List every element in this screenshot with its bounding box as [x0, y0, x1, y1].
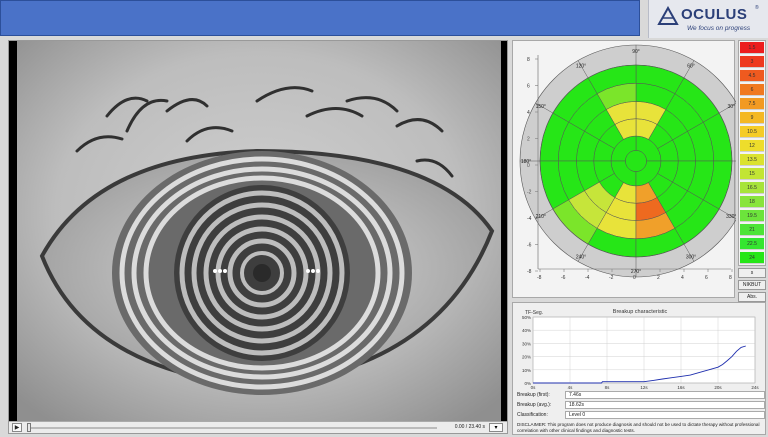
polar-angle-label: 330°	[726, 214, 736, 220]
scale-cell-22.5: 22.5	[740, 238, 764, 250]
polar-angle-label: 180°	[521, 159, 531, 165]
time-readout: 0.00 / 23.40 s	[454, 424, 485, 430]
breakup-first-label: Breakup (first):	[517, 392, 550, 398]
y-tick-label: 6	[527, 84, 530, 90]
logo-registered-mark: ®	[755, 5, 759, 11]
scale-cell-18: 18	[740, 196, 764, 208]
scale-cell-9: 9	[740, 112, 764, 124]
eye-image	[17, 41, 501, 421]
polar-angle-label: 30°	[727, 104, 735, 110]
scale-cell-6: 6	[740, 84, 764, 96]
scale-cell-12: 12	[740, 140, 764, 152]
polar-angle-label: 270°	[631, 269, 641, 275]
y-tick-label: 8	[527, 57, 530, 63]
video-player-bar: ▶ 0.00 / 23.40 s ▾	[9, 421, 507, 433]
x-tick-label: -8	[537, 275, 542, 281]
polar-center	[625, 150, 647, 172]
disclaimer-text: DISCLAIMER: This program does not produc…	[517, 422, 760, 433]
breakup-x-tick-label: 20s	[714, 385, 722, 390]
classification-value: Level 0	[565, 411, 765, 419]
breakup-y-tick-label: 30%	[522, 341, 531, 346]
classification-label: Classification:	[517, 412, 548, 418]
breakup-chart: 0%10%20%30%40%50%0s 4s 8s 12s 16s 20s 24s	[522, 315, 759, 390]
breakup-avg-label: Breakup (avg.):	[517, 402, 552, 408]
scale-cell-1.5: 1.5	[740, 42, 764, 54]
oculus-logo-icon	[657, 6, 679, 25]
x-tick-label: -6	[561, 275, 566, 281]
scale-cell-21: 21	[740, 224, 764, 236]
scale-cell-24: 24	[740, 252, 764, 264]
x-tick-label: -4	[585, 275, 590, 281]
breakup-polar-map-panel: 86420-2-4-6-8-8-6-4-20246890°60°30°0°330…	[512, 40, 736, 298]
x-tick-label: 2	[657, 275, 660, 281]
scale-nikbut-button[interactable]: NIKBUT	[738, 280, 766, 290]
breakup-x-tick-label: 24s	[751, 385, 759, 390]
color-scale: 1.5 3 4.5 6 7.5 9 10.5 12 13.5 15 16.5 18 19.5 21 22.5…	[738, 40, 766, 266]
logo-tagline: We focus on progress	[687, 25, 751, 32]
scale-s-button[interactable]: s	[738, 268, 766, 278]
scale-cell-10.5: 10.5	[740, 126, 764, 138]
polar-angle-label: 120°	[576, 64, 586, 70]
player-menu-button[interactable]: ▾	[489, 423, 503, 432]
y-tick-label: -6	[527, 243, 532, 249]
scale-cell-4.5: 4.5	[740, 70, 764, 82]
breakup-first-value: 7.46s	[565, 391, 765, 399]
breakup-x-tick-label: 8s	[605, 385, 611, 390]
x-tick-label: 8	[729, 275, 732, 281]
polar-angle-label: 90°	[632, 49, 640, 55]
breakup-x-tick-label: 4s	[568, 385, 574, 390]
y-tick-label: -4	[527, 216, 532, 222]
scale-cell-7.5: 7.5	[740, 98, 764, 110]
breakup-x-tick-label: 16s	[677, 385, 685, 390]
breakup-y-tick-label: 10%	[522, 368, 531, 373]
breakup-y-tick-label: 20%	[522, 355, 531, 360]
app-window: OCULUS ® We focus on progress ▶ 0.00 / 2…	[0, 0, 768, 437]
breakup-y-tick-label: 50%	[522, 315, 531, 320]
y-tick-label: -8	[527, 269, 532, 275]
breakup-x-tick-label: 12s	[640, 385, 648, 390]
polar-angle-label: 150°	[536, 104, 546, 110]
eye-image-panel: ▶ 0.00 / 23.40 s ▾	[8, 40, 508, 434]
header-bar	[0, 0, 640, 36]
breakup-characteristic-panel: Breakup characteristic TF-Seg. 0% 10% 20% 3…	[512, 302, 766, 435]
scale-cell-19.5: 19.5	[740, 210, 764, 222]
breakup-avg-value: 18.62s	[565, 401, 765, 409]
polar-angle-label: 60°	[687, 64, 695, 70]
x-tick-label: -2	[609, 275, 614, 281]
x-tick-label: 4	[681, 275, 684, 281]
scale-cell-13.5: 13.5	[740, 154, 764, 166]
scale-abs-button[interactable]: Abs.	[738, 292, 766, 302]
eye-video-frame	[9, 41, 507, 421]
breakup-y-tick-label: 40%	[522, 328, 531, 333]
polar-map: 86420-2-4-6-8-8-6-4-20246890°60°30°0°330…	[519, 44, 736, 281]
polar-angle-label: 210°	[536, 214, 546, 220]
polar-angle-label: 300°	[686, 254, 696, 260]
playback-slider-thumb[interactable]	[27, 423, 31, 432]
scale-cell-3: 3	[740, 56, 764, 68]
scale-cell-16.5: 16.5	[740, 182, 764, 194]
x-tick-label: 6	[705, 275, 708, 281]
breakup-x-tick-label: 0s	[531, 385, 537, 390]
play-button[interactable]: ▶	[12, 423, 22, 432]
playback-slider[interactable]	[27, 427, 437, 429]
scale-cell-15: 15	[740, 168, 764, 180]
polar-angle-label: 240°	[576, 254, 586, 260]
logo-text: OCULUS	[681, 6, 748, 23]
oculus-logo: OCULUS ® We focus on progress	[648, 0, 768, 38]
